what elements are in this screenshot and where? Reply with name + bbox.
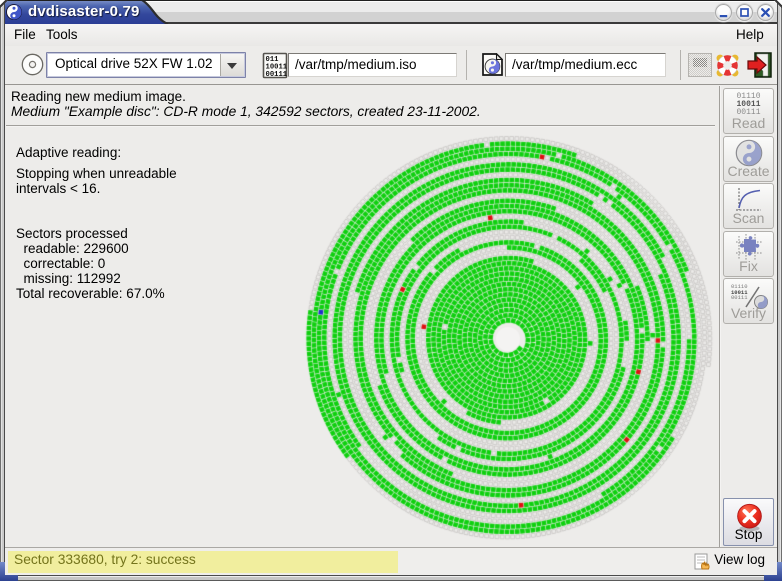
svg-text:00111: 00111: [266, 71, 288, 79]
